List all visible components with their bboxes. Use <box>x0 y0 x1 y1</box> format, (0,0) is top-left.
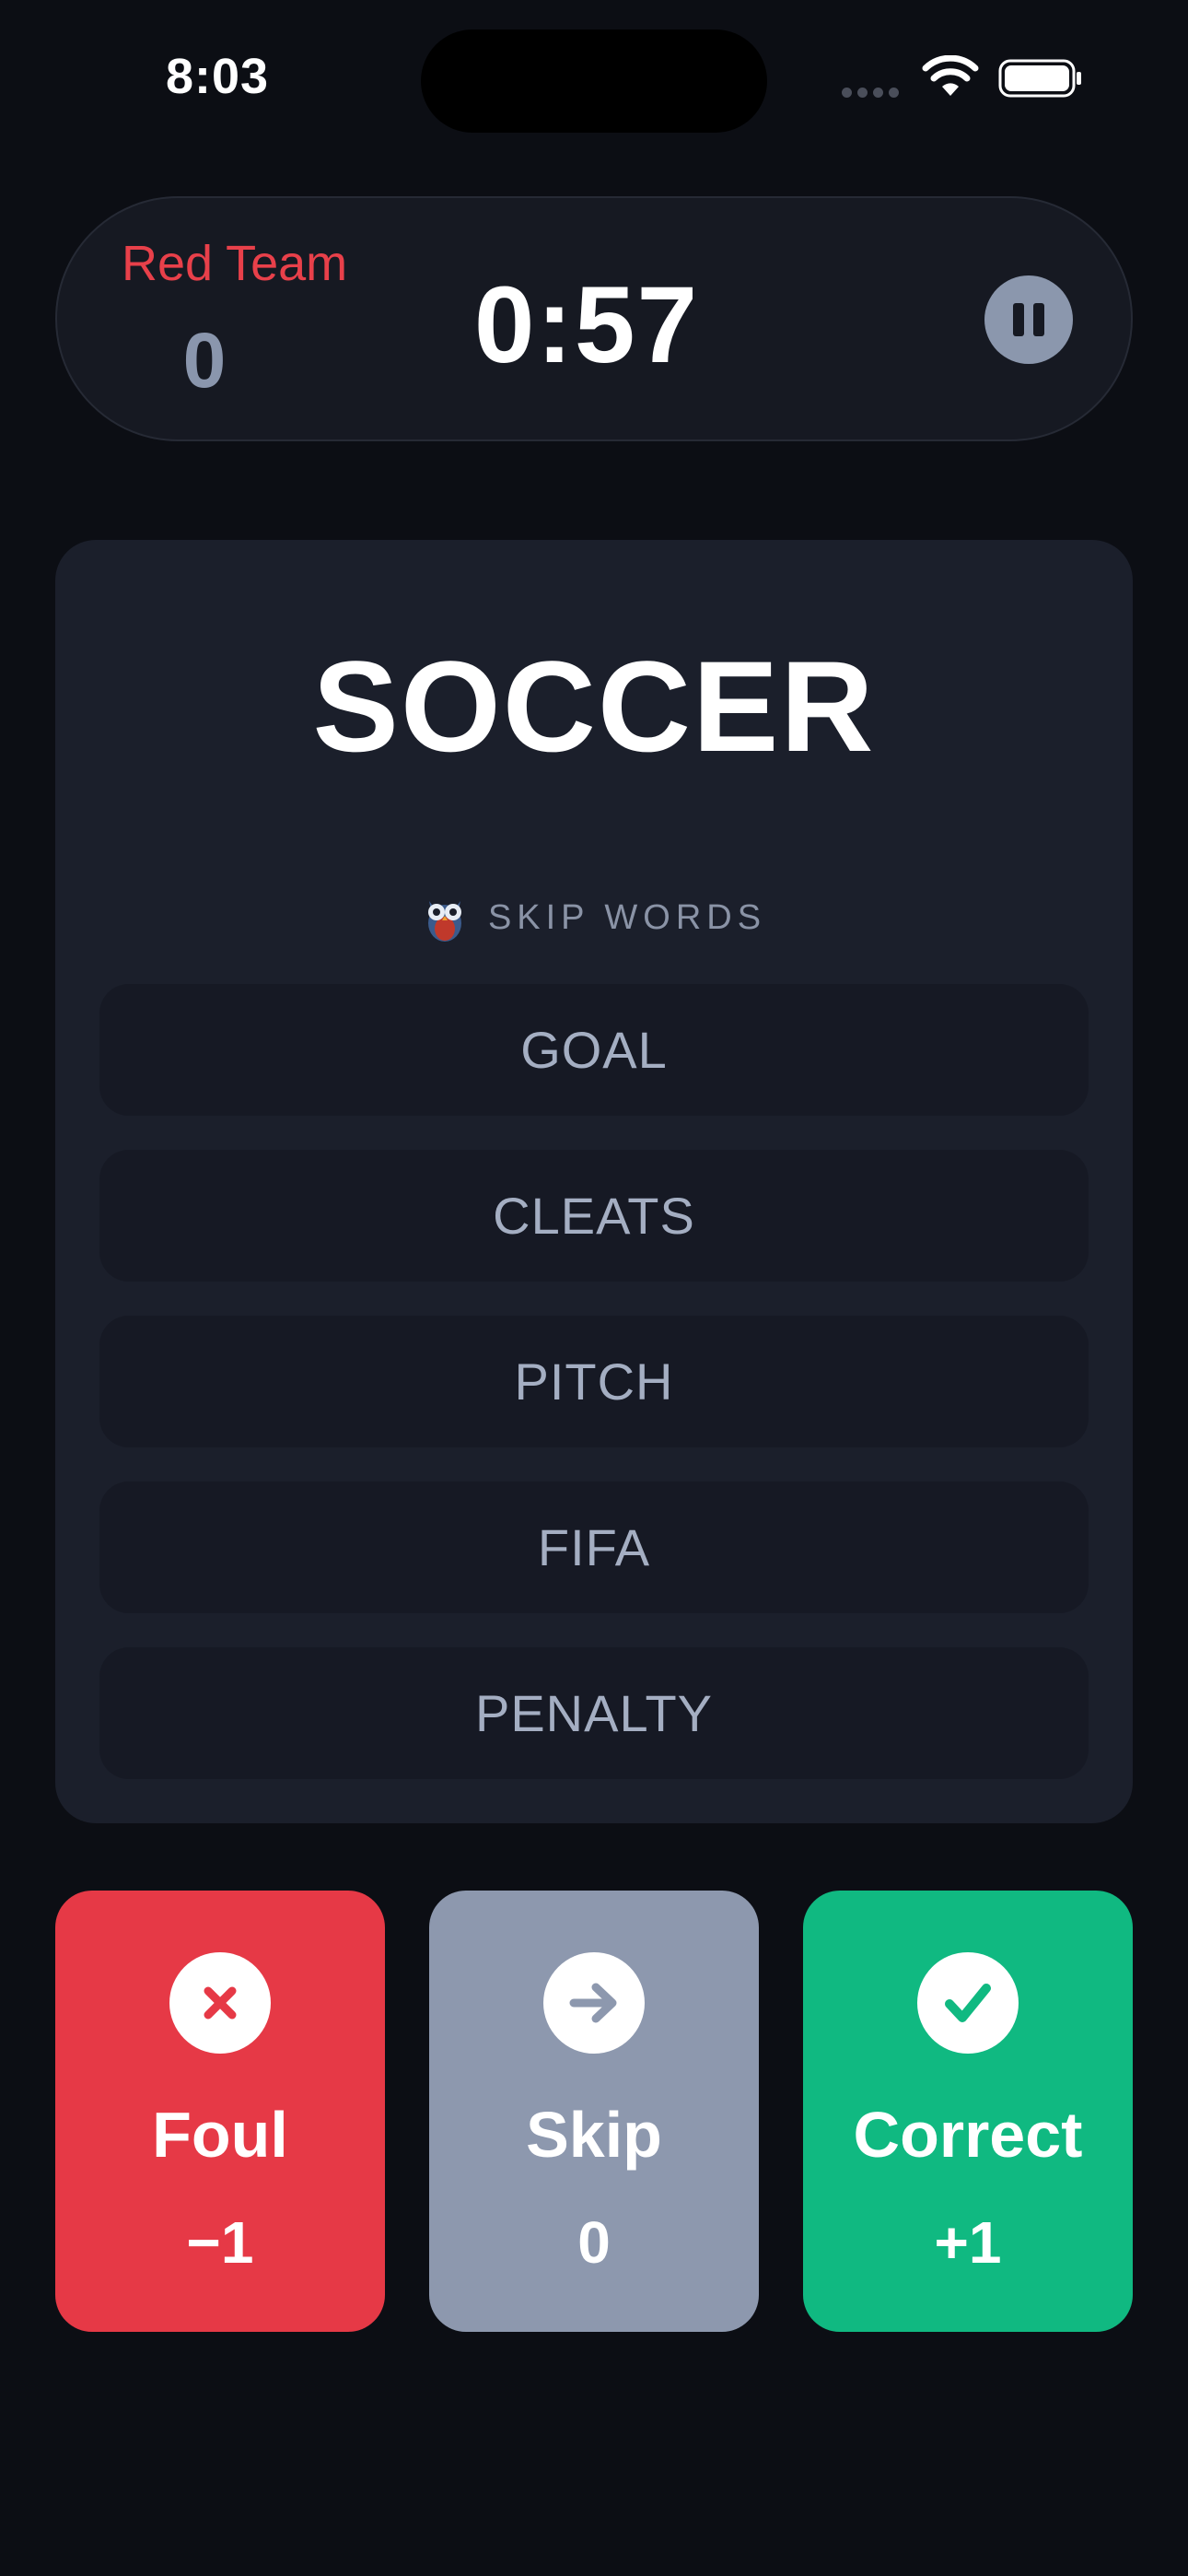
correct-label: Correct <box>853 2099 1083 2171</box>
skip-words-label: SKIP WORDS <box>487 897 767 937</box>
word-card: SOCCER SKIP WORDS GOAL CLEATS PITCH FIFA… <box>55 540 1133 1823</box>
correct-value: +1 <box>934 2209 1002 2276</box>
pause-button[interactable] <box>984 275 1073 364</box>
foul-button[interactable]: Foul −1 <box>55 1891 385 2332</box>
wifi-icon <box>922 55 979 96</box>
status-bar: 8:03 <box>0 0 1188 157</box>
skip-word-item: PITCH <box>99 1316 1089 1447</box>
team-score: 0 <box>182 317 227 404</box>
skip-word-item: GOAL <box>99 984 1089 1116</box>
status-time: 8:03 <box>166 49 270 104</box>
dynamic-island <box>421 29 767 133</box>
x-icon <box>169 1952 271 2054</box>
game-screen: 8:03 Red Team 0 0:57 SOCCER SKIP WORDS G… <box>0 0 1188 2576</box>
cellular-signal-icon <box>842 88 899 98</box>
skip-button[interactable]: Skip 0 <box>429 1891 759 2332</box>
battery-icon <box>998 59 1081 98</box>
skip-word-item: FIFA <box>99 1481 1089 1613</box>
skip-word-item: CLEATS <box>99 1150 1089 1282</box>
skip-label: Skip <box>526 2099 662 2171</box>
action-buttons: Foul −1 Skip 0 Correct +1 <box>55 1891 1133 2332</box>
skip-word-item: PENALTY <box>99 1647 1089 1779</box>
check-icon <box>917 1952 1019 2054</box>
correct-button[interactable]: Correct +1 <box>803 1891 1133 2332</box>
game-header: Red Team 0 0:57 <box>55 196 1133 441</box>
arrow-right-icon <box>543 1952 645 2054</box>
foul-value: −1 <box>186 2209 254 2276</box>
foul-label: Foul <box>152 2099 288 2171</box>
skip-value: 0 <box>577 2209 611 2276</box>
skip-words-header: SKIP WORDS <box>55 890 1133 945</box>
pause-icon <box>1013 303 1024 336</box>
skip-words-list: GOAL CLEATS PITCH FIFA PENALTY <box>99 984 1089 1813</box>
owl-icon <box>427 901 461 942</box>
team-name: Red Team <box>122 236 348 291</box>
round-timer: 0:57 <box>473 264 700 386</box>
main-word: SOCCER <box>312 634 876 779</box>
